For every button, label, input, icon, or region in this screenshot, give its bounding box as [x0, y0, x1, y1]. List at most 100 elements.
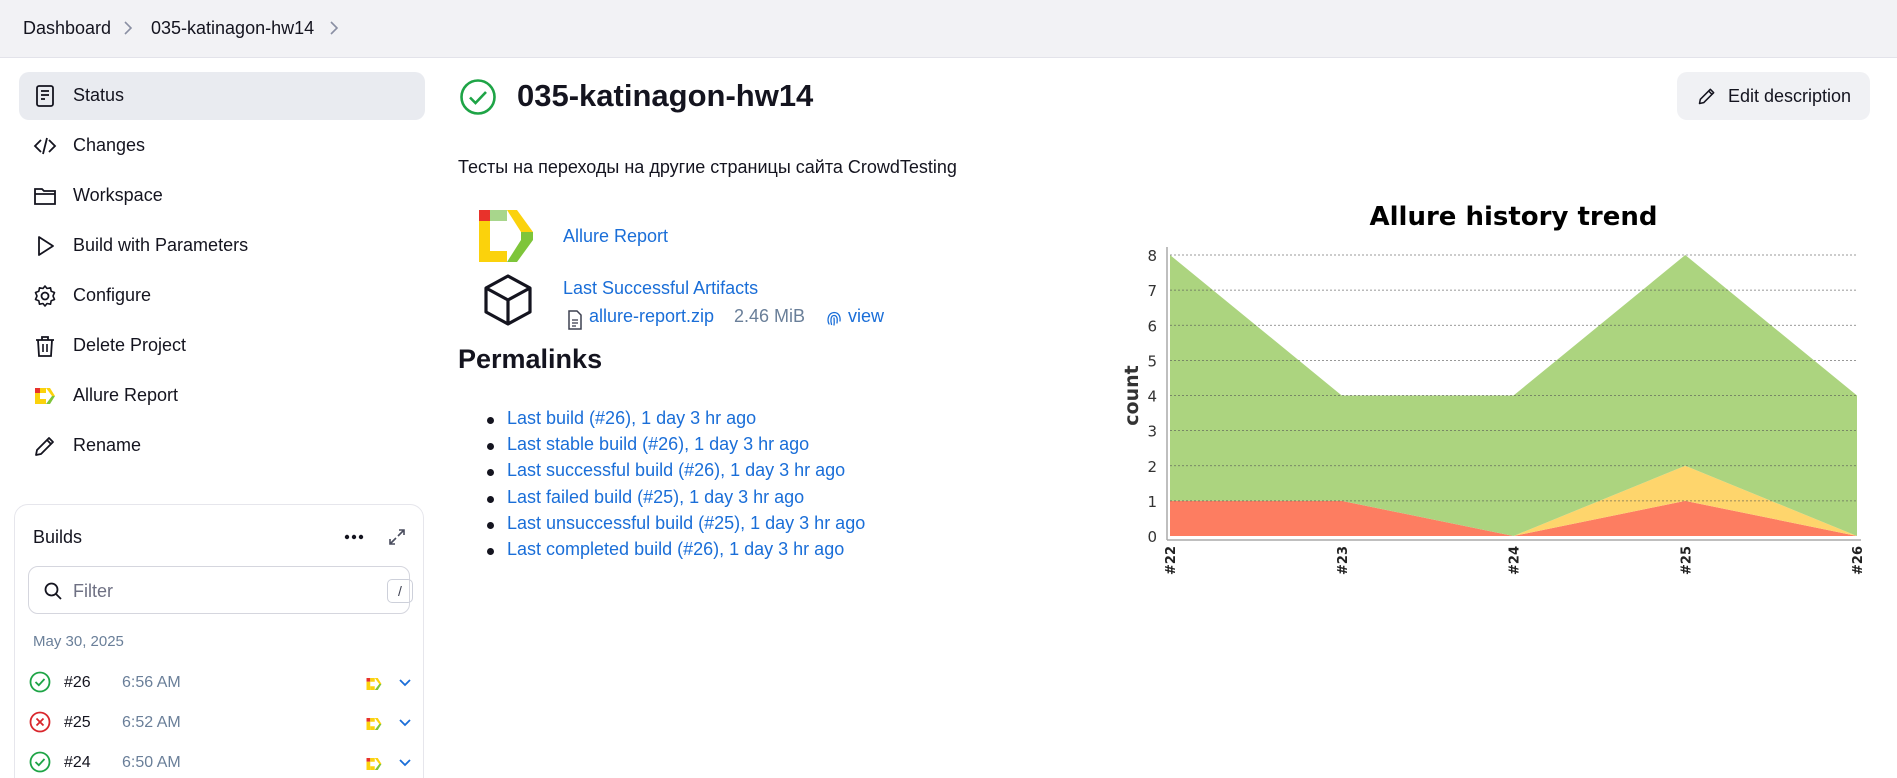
build-number[interactable]: #26: [64, 674, 91, 692]
build-number[interactable]: #24: [64, 754, 91, 772]
builds-title: Builds: [33, 527, 83, 547]
allure-logo-icon: [33, 384, 57, 408]
edit-description-button[interactable]: Edit description: [1677, 72, 1870, 120]
sidebar-item-label: Delete Project: [73, 335, 187, 355]
allure-history-trend-chart[interactable]: Allure history trend count 0 1 2 3 4 5 6 7 8 #22 #23…: [1115, 196, 1865, 586]
allure-report-link[interactable]: Allure Report: [563, 226, 668, 247]
permalink-item: Last unsuccessful build (#25), 1 day 3 h…: [487, 513, 865, 539]
y-tick-label: 6: [1147, 317, 1157, 335]
build-time[interactable]: 6:52 AM: [122, 714, 181, 732]
permalink-item: Last build (#26), 1 day 3 hr ago: [487, 408, 865, 434]
sidebar-item-rename[interactable]: Rename: [19, 422, 425, 470]
y-tick-label: 4: [1147, 388, 1157, 406]
file-icon: [567, 310, 583, 330]
fingerprint-icon[interactable]: [825, 309, 843, 327]
sidebar-item-label: Workspace: [73, 185, 163, 205]
gear-icon: [33, 284, 57, 308]
y-axis-label: count: [1121, 365, 1143, 425]
allure-logo-icon[interactable]: [365, 715, 383, 733]
y-tick-label: 8: [1147, 247, 1157, 265]
build-time[interactable]: 6:50 AM: [122, 754, 181, 772]
breadcrumb-project[interactable]: 035-katinagon-hw14: [151, 18, 314, 39]
chevron-down-icon[interactable]: [398, 713, 412, 727]
page-title: 035-katinagon-hw14: [517, 78, 814, 113]
permalink-item: Last completed build (#26), 1 day 3 hr a…: [487, 539, 865, 565]
build-row[interactable]: #26 6:56 AM: [29, 667, 412, 701]
x-tick-label: #26: [1851, 546, 1865, 575]
play-icon: [33, 234, 57, 258]
code-icon: [33, 134, 57, 158]
x-tick-label: #23: [1336, 546, 1351, 575]
permalink-last-failed-build[interactable]: Last failed build (#25), 1 day 3 hr ago: [507, 487, 804, 507]
folder-icon: [33, 184, 57, 208]
sidebar-item-workspace[interactable]: Workspace: [19, 172, 425, 220]
success-icon: [29, 671, 51, 693]
chart-title: Allure history trend: [1370, 202, 1658, 232]
filter-input[interactable]: [73, 579, 353, 603]
x-tick-label: #24: [1508, 546, 1523, 575]
y-tick-label: 1: [1147, 493, 1157, 511]
allure-logo-icon: [479, 210, 535, 262]
chevron-right-icon[interactable]: [326, 20, 342, 36]
builds-date: May 30, 2025: [33, 633, 124, 650]
permalink-last-build[interactable]: Last build (#26), 1 day 3 hr ago: [507, 408, 756, 428]
permalink-last-unsuccessful-build[interactable]: Last unsuccessful build (#25), 1 day 3 h…: [507, 513, 865, 533]
status-document-icon: [33, 84, 57, 108]
success-icon: [29, 751, 51, 773]
chevron-down-icon[interactable]: [398, 673, 412, 687]
build-time[interactable]: 6:56 AM: [122, 674, 181, 692]
allure-logo-icon[interactable]: [365, 675, 383, 693]
sidebar-item-build-with-parameters[interactable]: Build with Parameters: [19, 222, 425, 270]
chevron-down-icon[interactable]: [398, 753, 412, 767]
sidebar-item-changes[interactable]: Changes: [19, 122, 425, 170]
artifact-size: 2.46 MiB: [734, 306, 806, 326]
last-successful-artifacts-link[interactable]: Last Successful Artifacts: [563, 278, 758, 299]
permalink-last-stable-build[interactable]: Last stable build (#26), 1 day 3 hr ago: [507, 434, 809, 454]
artifact-file-link[interactable]: allure-report.zip: [589, 306, 714, 327]
package-icon: [480, 272, 536, 328]
pencil-icon: [33, 434, 57, 458]
edit-description-label: Edit description: [1728, 86, 1852, 106]
permalink-last-successful-build[interactable]: Last successful build (#26), 1 day 3 hr …: [507, 460, 845, 480]
filter-shortcut-key: /: [387, 579, 413, 603]
build-number[interactable]: #25: [64, 714, 91, 732]
sidebar-item-label: Configure: [73, 285, 152, 305]
pencil-icon: [1697, 86, 1717, 106]
build-row[interactable]: #24 6:50 AM: [29, 747, 412, 778]
sidebar-item-delete-project[interactable]: Delete Project: [19, 322, 425, 370]
sidebar-item-label: Status: [73, 85, 125, 105]
permalink-item: Last successful build (#26), 1 day 3 hr …: [487, 460, 865, 486]
allure-logo-icon[interactable]: [365, 755, 383, 773]
y-tick-label: 3: [1147, 423, 1157, 441]
x-tick-label: #25: [1679, 546, 1694, 575]
sidebar-item-label: Rename: [73, 435, 142, 455]
permalinks-list: Last build (#26), 1 day 3 hr ago Last st…: [487, 408, 865, 565]
build-row[interactable]: #25 6:52 AM: [29, 707, 412, 741]
trash-icon: [33, 334, 57, 358]
sidebar-item-allure-report[interactable]: Allure Report: [19, 372, 425, 420]
y-tick-label: 0: [1147, 528, 1157, 546]
project-description: Тесты на переходы на другие страницы сай…: [458, 157, 957, 177]
chevron-right-icon: [120, 20, 136, 36]
more-options-icon[interactable]: [341, 525, 367, 549]
breadcrumb-dashboard[interactable]: Dashboard: [23, 18, 111, 39]
y-tick-label: 5: [1147, 352, 1157, 370]
y-tick-label: 7: [1147, 282, 1157, 300]
permalink-item: Last failed build (#25), 1 day 3 hr ago: [487, 487, 865, 513]
x-tick-label: #22: [1164, 546, 1179, 575]
sidebar-item-label: Changes: [73, 135, 146, 155]
sidebar-item-label: Allure Report: [73, 385, 179, 405]
search-icon: [43, 581, 63, 601]
failed-icon: [29, 711, 51, 733]
y-tick-label: 2: [1147, 458, 1157, 476]
permalinks-heading: Permalinks: [458, 344, 603, 374]
builds-filter: /: [28, 566, 413, 614]
expand-icon[interactable]: [387, 527, 407, 547]
sidebar-item-configure[interactable]: Configure: [19, 272, 425, 320]
artifact-view-link[interactable]: view: [848, 306, 884, 327]
permalink-item: Last stable build (#26), 1 day 3 hr ago: [487, 434, 865, 460]
builds-panel: Builds / May 30, 2025 #26 6:56 AM #25 6:…: [14, 504, 424, 778]
success-icon: [459, 78, 497, 116]
permalink-last-completed-build[interactable]: Last completed build (#26), 1 day 3 hr a…: [507, 539, 844, 559]
sidebar-item-status[interactable]: Status: [19, 72, 425, 120]
